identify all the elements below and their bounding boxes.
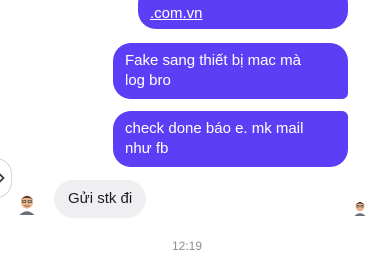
message-bubble-outgoing[interactable]: .com.vn	[138, 0, 348, 29]
message-timestamp: 12:19	[171, 239, 203, 253]
seen-receipt-avatar	[354, 201, 366, 216]
chat-thread: .com.vn Fake sang thiết bị mac mà log br…	[0, 0, 374, 257]
message-bubble-outgoing[interactable]: check done báo e. mk mail như fb	[113, 111, 348, 167]
expand-panel-button[interactable]	[0, 158, 12, 198]
message-bubble-outgoing[interactable]: Fake sang thiết bị mac mà log bro	[113, 43, 348, 99]
chevron-right-icon	[0, 173, 4, 183]
sender-avatar[interactable]	[17, 193, 37, 215]
message-bubble-incoming[interactable]: Gửi stk đi	[54, 180, 147, 218]
